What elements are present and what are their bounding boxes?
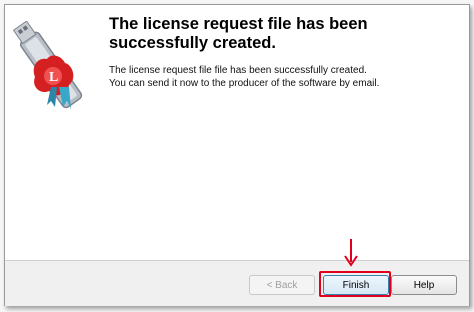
usb-key-license-icon: L — [13, 21, 83, 109]
message-text: The license request file file has been s… — [109, 65, 459, 90]
svg-text:L: L — [49, 70, 58, 85]
help-button[interactable]: Help — [391, 275, 457, 295]
wizard-content: L The license request file has been succ… — [5, 5, 469, 260]
finish-highlight-box — [319, 271, 391, 297]
message-line-1: The license request file file has been s… — [109, 65, 367, 76]
back-button[interactable]: < Back — [249, 275, 315, 295]
button-bar: < Back Finish Help — [5, 260, 469, 306]
page-title: The license request file has been succes… — [109, 15, 368, 52]
red-down-arrow-icon — [344, 239, 358, 267]
wizard-dialog: L The license request file has been succ… — [4, 4, 470, 306]
message-line-2: You can send it now to the producer of t… — [109, 77, 380, 89]
